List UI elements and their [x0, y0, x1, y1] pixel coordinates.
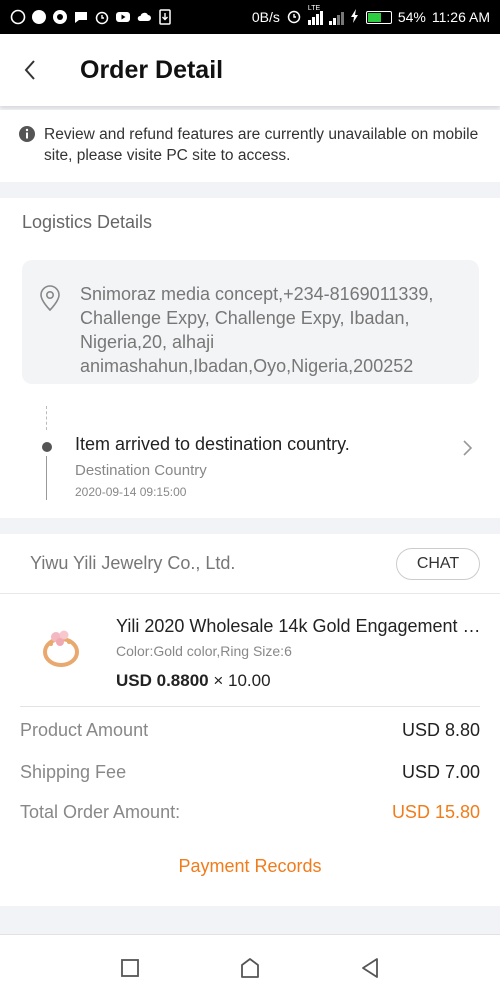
status-bar: 0B/s LTE 54% 11:26 AM	[0, 0, 500, 34]
payment-records-link[interactable]: Payment Records	[0, 856, 500, 877]
product-info: Yili 2020 Wholesale 14k Gold Engagement …	[116, 616, 488, 691]
network-type: LTE	[307, 5, 321, 12]
notification-icons	[10, 9, 173, 25]
tracking-status: Item arrived to destination country.	[75, 434, 350, 454]
timeline-dot	[42, 442, 52, 452]
chevron-right-icon	[463, 440, 473, 456]
total-amount-label: Total Order Amount:	[20, 802, 181, 822]
timeline-line	[46, 456, 47, 500]
store-name[interactable]: Yiwu Yili Jewelry Co., Ltd.	[30, 553, 235, 574]
tracking-entry[interactable]: Item arrived to destination country. Des…	[75, 434, 485, 504]
system-icons: 0B/s LTE 54% 11:26 AM	[251, 5, 490, 27]
battery-percent: 54%	[397, 9, 426, 25]
recents-button[interactable]	[116, 954, 144, 982]
product-price: USD 0.8800 × 10.00	[116, 671, 488, 691]
product-image	[43, 630, 79, 667]
back-nav-button[interactable]	[356, 954, 384, 982]
square-icon	[121, 958, 139, 977]
circle-icon	[31, 9, 47, 25]
product-attributes: Color:Gold color,Ring Size:6	[116, 643, 292, 659]
info-icon	[19, 126, 35, 142]
total-amount-value: USD 15.80	[391, 802, 480, 822]
tracking-time: 2020-09-14 09:15:00	[75, 485, 187, 499]
cloud-icon	[136, 9, 152, 25]
notice-text: Review and refund features are currently…	[44, 126, 479, 164]
address-card: Snimoraz media concept,+234-8169011339, …	[22, 260, 479, 384]
product-amount-label: Product Amount	[20, 720, 149, 740]
signal-icon-2	[328, 9, 344, 25]
chrome-icon	[52, 9, 68, 25]
page-title: Order Detail	[80, 55, 224, 84]
chevron-left-icon	[24, 60, 35, 80]
alarm-icon	[94, 9, 110, 25]
product-item[interactable]: Yili 2020 Wholesale 14k Gold Engagement …	[0, 596, 500, 704]
youtube-icon	[115, 9, 131, 25]
quantity: × 10.00	[213, 671, 271, 690]
logistics-section: Logistics Details Snimoraz media concept…	[0, 198, 500, 518]
timeline-connector	[46, 406, 47, 430]
home-button[interactable]	[236, 954, 264, 982]
home-icon	[241, 957, 259, 978]
charging-icon	[350, 8, 360, 27]
shipping-fee-value: USD 7.00	[401, 762, 480, 782]
battery-icon	[365, 10, 392, 24]
unit-price: USD 0.8800	[116, 671, 209, 690]
triangle-back-icon	[362, 957, 378, 978]
download-icon	[157, 9, 173, 25]
location-pin-icon	[40, 285, 60, 312]
app-header: Order Detail	[0, 34, 500, 106]
chat-button[interactable]: CHAT	[396, 547, 480, 580]
back-button[interactable]	[0, 34, 60, 106]
tracking-location: Destination Country	[75, 462, 207, 479]
shipping-fee-label: Shipping Fee	[20, 762, 127, 782]
chat-icon	[73, 9, 89, 25]
total-amount-row: Total Order Amount: USD 15.80	[20, 802, 480, 823]
clock: 11:26 AM	[431, 9, 490, 25]
shipping-fee-row: Shipping Fee USD 7.00	[20, 762, 480, 783]
order-section: Yiwu Yili Jewelry Co., Ltd. CHAT Yili 20…	[0, 534, 500, 906]
store-header: Yiwu Yili Jewelry Co., Ltd. CHAT	[0, 534, 500, 594]
product-amount-row: Product Amount USD 8.80	[20, 720, 480, 741]
system-nav-bar	[0, 934, 500, 1000]
alarm-icon	[286, 8, 302, 27]
product-title: Yili 2020 Wholesale 14k Gold Engagement …	[116, 616, 488, 636]
divider	[20, 706, 480, 707]
shipping-address: Snimoraz media concept,+234-8169011339, …	[80, 284, 434, 376]
signal-icon: LTE	[307, 5, 323, 25]
notice-banner: Review and refund features are currently…	[0, 110, 500, 182]
logistics-title: Logistics Details	[22, 212, 153, 232]
network-speed: 0B/s	[251, 9, 280, 25]
product-amount-value: USD 8.80	[401, 720, 480, 740]
chat-bubble-icon	[10, 9, 26, 25]
